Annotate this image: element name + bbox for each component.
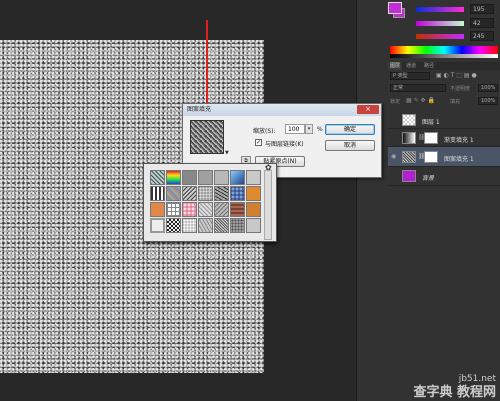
pattern-swatch[interactable] bbox=[214, 202, 229, 217]
layer-name[interactable]: 图案填充 1 bbox=[444, 154, 474, 163]
layer-row-background[interactable]: 背景 bbox=[388, 167, 500, 186]
layers-panel-tabs: 图层 通道 路径 bbox=[388, 62, 500, 70]
pattern-swatch[interactable] bbox=[230, 186, 245, 201]
lock-row: 锁定 ▦ ✎ ✥ 🔒 填充 100% bbox=[390, 97, 498, 107]
fill-field[interactable]: 100% bbox=[478, 97, 498, 105]
gradient-fill-thumbnail bbox=[402, 132, 416, 144]
pattern-swatch[interactable] bbox=[166, 202, 181, 217]
scale-unit: % bbox=[317, 126, 323, 133]
scale-stepper[interactable]: ▾ bbox=[305, 124, 313, 134]
pattern-swatch[interactable] bbox=[198, 202, 213, 217]
pattern-swatch[interactable] bbox=[150, 186, 165, 201]
foreground-color-swatch[interactable] bbox=[388, 2, 402, 14]
pattern-swatch[interactable] bbox=[182, 170, 197, 185]
tab-layers[interactable]: 图层 bbox=[388, 62, 403, 70]
red-slider-track[interactable] bbox=[416, 7, 464, 12]
blue-value-field[interactable]: 245 bbox=[470, 31, 494, 41]
layer-name[interactable]: 图层 1 bbox=[422, 117, 440, 126]
watermark-line2: 查字典 教程网 bbox=[413, 385, 496, 400]
lock-label: 锁定 bbox=[390, 99, 401, 105]
layer-mask-thumbnail[interactable] bbox=[424, 132, 438, 144]
blue-slider-track[interactable] bbox=[416, 34, 464, 39]
layer-row-pattern-fill[interactable]: ◉ ⛓ 图案填充 1 bbox=[388, 147, 500, 167]
layer-filter-row: P 类型 ▣ ◐ T ⬚ ▤ ● bbox=[390, 72, 498, 82]
grayscale-ramp[interactable] bbox=[390, 54, 498, 58]
red-value-field[interactable]: 195 bbox=[470, 4, 494, 14]
pattern-swatch[interactable] bbox=[198, 170, 213, 185]
link-with-layer-checkbox[interactable]: ✓ bbox=[255, 139, 262, 146]
kind-filter-select[interactable]: P 类型 bbox=[390, 72, 430, 80]
pattern-swatch[interactable] bbox=[246, 186, 261, 201]
pattern-swatch[interactable] bbox=[150, 202, 165, 217]
annotation-arrow-dialog bbox=[206, 20, 208, 112]
layer-name[interactable]: 背景 bbox=[422, 173, 434, 182]
pattern-swatch[interactable] bbox=[150, 218, 165, 233]
chevron-down-icon[interactable]: ▼ bbox=[225, 150, 229, 156]
scale-label: 缩放(S): bbox=[253, 128, 276, 135]
pattern-swatch[interactable] bbox=[166, 186, 181, 201]
filter-icons[interactable]: ▣ ◐ T ⬚ ▤ ● bbox=[436, 72, 477, 79]
lock-icons[interactable]: ▦ ✎ ✥ 🔒 bbox=[406, 97, 435, 104]
pattern-swatch[interactable] bbox=[166, 218, 181, 233]
dialog-title: 图案填充 bbox=[183, 104, 381, 116]
tab-paths[interactable]: 路径 bbox=[422, 62, 436, 70]
layer-row-gradient-fill[interactable]: ⛓ 渐变填充 1 bbox=[388, 129, 500, 147]
pattern-swatch[interactable] bbox=[214, 170, 229, 185]
link-with-layer-label[interactable]: 与图层链接(K) bbox=[265, 139, 304, 148]
color-slider-red[interactable]: 195 bbox=[412, 4, 498, 16]
opacity-label: 不透明度 bbox=[450, 86, 471, 92]
layer-mask-thumbnail[interactable] bbox=[424, 151, 438, 163]
blend-mode-select[interactable]: 正常 bbox=[390, 84, 446, 92]
right-panel bbox=[356, 0, 500, 401]
color-spectrum[interactable] bbox=[390, 46, 498, 54]
pattern-swatch[interactable] bbox=[214, 186, 229, 201]
pattern-swatch[interactable] bbox=[182, 218, 197, 233]
pattern-swatch[interactable] bbox=[214, 218, 229, 233]
pattern-swatch[interactable] bbox=[246, 218, 261, 233]
pattern-picker-popup: ✿ bbox=[143, 163, 277, 242]
background-thumbnail bbox=[402, 170, 416, 182]
green-value-field[interactable]: 42 bbox=[470, 18, 494, 28]
color-slider-green[interactable]: 42 bbox=[412, 18, 498, 30]
pattern-grid bbox=[150, 170, 262, 233]
pattern-swatch[interactable] bbox=[230, 218, 245, 233]
scale-input[interactable]: 100 bbox=[285, 124, 305, 134]
pattern-swatch[interactable] bbox=[166, 170, 181, 185]
pattern-swatch[interactable] bbox=[182, 202, 197, 217]
pattern-swatch[interactable] bbox=[198, 186, 213, 201]
tab-channels[interactable]: 通道 bbox=[404, 62, 418, 70]
layer-row-layer1[interactable]: 图层 1 bbox=[388, 112, 500, 129]
cancel-button[interactable]: 取消 bbox=[325, 140, 375, 151]
opacity-field[interactable]: 100% bbox=[478, 84, 498, 92]
blend-row: 正常 不透明度 100% bbox=[390, 84, 498, 94]
pattern-preview-swatch[interactable] bbox=[190, 120, 224, 154]
layer-name[interactable]: 渐变填充 1 bbox=[444, 135, 474, 144]
pattern-swatch[interactable] bbox=[230, 170, 245, 185]
pattern-swatch[interactable] bbox=[198, 218, 213, 233]
color-slider-blue[interactable]: 245 bbox=[412, 31, 498, 43]
pattern-fill-thumbnail[interactable] bbox=[402, 151, 416, 163]
close-icon[interactable]: × bbox=[357, 105, 379, 114]
pattern-swatch[interactable] bbox=[150, 170, 165, 185]
picker-scrollbar[interactable] bbox=[264, 170, 272, 240]
pattern-swatch[interactable] bbox=[246, 202, 261, 217]
pattern-swatch[interactable] bbox=[246, 170, 261, 185]
pattern-swatch[interactable] bbox=[230, 202, 245, 217]
pattern-swatch[interactable] bbox=[182, 186, 197, 201]
layer-thumbnail bbox=[402, 114, 416, 126]
ok-button[interactable]: 确定 bbox=[325, 124, 375, 135]
watermark: jb51.net 查字典 教程网 bbox=[413, 373, 496, 399]
fill-label: 填充 bbox=[450, 99, 461, 105]
eye-icon[interactable]: ◉ bbox=[391, 153, 396, 160]
green-slider-track[interactable] bbox=[416, 21, 464, 26]
